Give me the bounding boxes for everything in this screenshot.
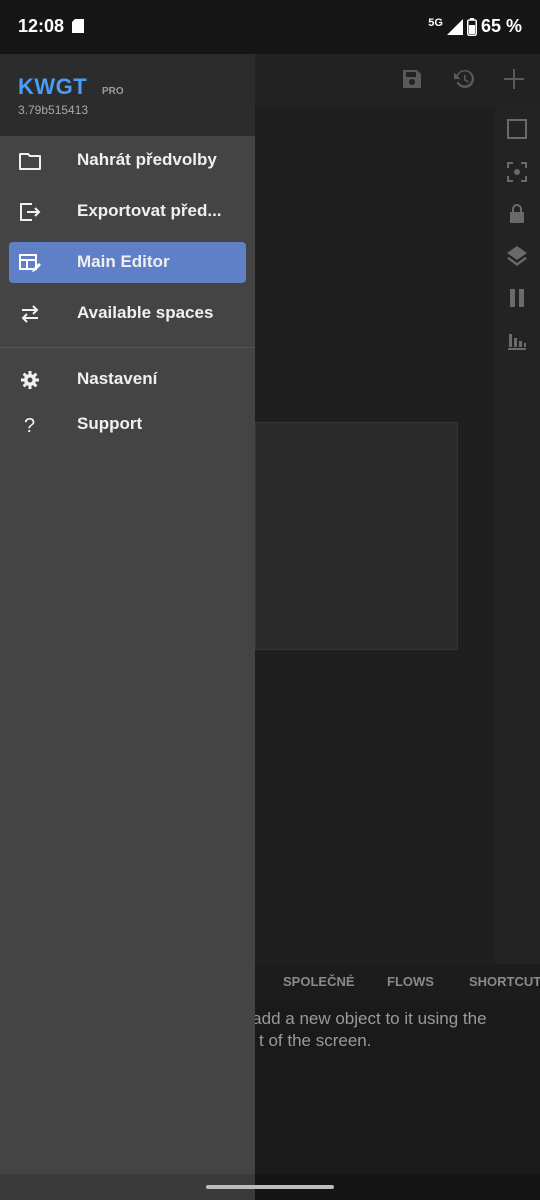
focus-icon[interactable]	[505, 160, 529, 184]
app-version: 3.79b515413	[18, 103, 89, 117]
help-icon: ?	[24, 415, 35, 437]
tab-flows[interactable]: FLOWS	[387, 974, 434, 989]
menu-item-label: Main Editor	[77, 252, 170, 271]
tab-spolecne[interactable]: SPOLEČNÉ	[283, 974, 355, 989]
menu-item-label: Nahrát předvolby	[77, 150, 217, 169]
pause-icon[interactable]	[505, 286, 529, 310]
menu-item-load-presets[interactable]: Nahrát předvolby	[0, 139, 255, 183]
hint-line-2: t of the screen.	[259, 1031, 372, 1050]
menu-item-settings[interactable]: Nastavení	[0, 358, 255, 402]
export-icon	[20, 203, 41, 221]
menu-item-label: Available spaces	[77, 303, 214, 322]
lock-icon[interactable]	[505, 202, 529, 226]
svg-text:?: ?	[24, 415, 35, 437]
network-type: 5G	[428, 16, 443, 29]
menu-item-label: Nastavení	[77, 369, 158, 388]
status-time: 12:08	[18, 16, 65, 36]
square-icon[interactable]	[505, 117, 529, 141]
layers-icon[interactable]	[505, 244, 529, 268]
home-indicator[interactable]	[206, 1185, 334, 1189]
menu-item-main-editor[interactable]: Main Editor	[9, 242, 246, 283]
add-icon[interactable]	[502, 67, 526, 91]
menu-item-available-spaces[interactable]: Available spaces	[0, 292, 255, 336]
status-indicators: 5G 65 %	[428, 16, 522, 37]
app-logo: KWGT	[18, 74, 88, 99]
menu-item-export-presets[interactable]: Exportovat před...	[0, 190, 255, 234]
menu-item-label: Support	[77, 414, 143, 433]
save-icon[interactable]	[400, 67, 424, 91]
stats-icon[interactable]	[505, 328, 529, 352]
tab-shortcuts[interactable]: SHORTCUTS	[469, 974, 540, 989]
editor-hint: n add a new object to it using the t of …	[238, 1008, 538, 1052]
battery-icon	[466, 17, 477, 36]
pro-badge: PRO	[102, 86, 124, 97]
swap-icon	[21, 305, 39, 323]
battery-level: 65 %	[480, 16, 522, 36]
hint-line-1: n add a new object to it using the	[238, 1009, 487, 1028]
menu-item-label: Exportovat před...	[77, 201, 222, 220]
editor-right-rail	[495, 106, 540, 964]
history-icon[interactable]	[452, 67, 476, 91]
widget-preview	[255, 422, 458, 650]
drawer-divider	[0, 347, 255, 348]
signal-icon	[446, 18, 463, 35]
menu-item-support[interactable]: ? Support	[0, 403, 255, 447]
gear-icon	[21, 371, 39, 389]
editor-icon	[19, 254, 41, 272]
folder-icon	[19, 153, 41, 170]
sd-card-icon	[72, 19, 84, 33]
editor-toolbar	[255, 54, 540, 106]
